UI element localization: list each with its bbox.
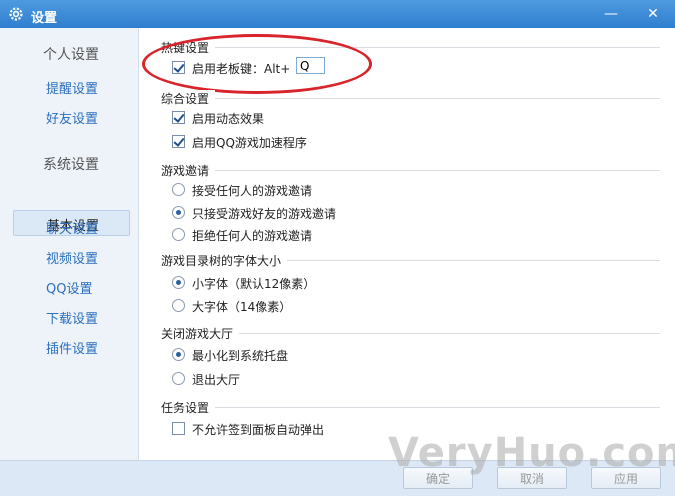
animation-label: 启用动态效果 (192, 112, 265, 126)
signin-popup-checkbox[interactable] (172, 422, 185, 435)
invite-friends-label: 只接受游戏好友的游戏邀请 (192, 207, 337, 221)
bosskey-input[interactable] (296, 57, 325, 74)
font-large-radio[interactable] (172, 299, 185, 312)
sidebar-group-system: 系统设置 (43, 157, 99, 173)
section-title-font: 游戏目录树的字体大小 (161, 252, 288, 269)
close-minimize-label: 最小化到系统托盘 (192, 349, 289, 363)
animation-checkbox[interactable] (172, 111, 185, 124)
bosskey-label: 启用老板键：Alt+ (192, 62, 291, 76)
sidebar: 个人设置 提醒设置 好友设置 系统设置 基本设置 聊天设置 视频设置 QQ设置 … (0, 28, 139, 460)
close-exit-label: 退出大厅 (192, 373, 241, 387)
section-title-hotkey: 热键设置 (161, 39, 216, 56)
sidebar-group-personal: 个人设置 (43, 47, 99, 63)
section-title-close: 关闭游戏大厅 (161, 325, 240, 342)
footer-bar: 确定 取消 应用 (0, 460, 675, 496)
font-small-radio[interactable] (172, 276, 185, 289)
minimize-button[interactable]: — (598, 4, 624, 24)
close-exit-radio[interactable] (172, 372, 185, 385)
cancel-button[interactable]: 取消 (497, 467, 567, 489)
invite-any-radio[interactable] (172, 183, 185, 196)
apply-button[interactable]: 应用 (591, 467, 661, 489)
invite-friends-radio[interactable] (172, 206, 185, 219)
section-title-general: 综合设置 (161, 90, 216, 107)
close-button[interactable]: ✕ (640, 4, 666, 24)
section-divider (161, 407, 660, 408)
invite-reject-radio[interactable] (172, 228, 185, 241)
sidebar-item-qq[interactable]: QQ设置 (46, 278, 92, 297)
title-bar: 设置 — ✕ (0, 0, 675, 28)
accelerator-checkbox[interactable] (172, 135, 185, 148)
ok-button[interactable]: 确定 (403, 467, 473, 489)
sidebar-item-download[interactable]: 下载设置 (46, 308, 98, 327)
invite-any-label: 接受任何人的游戏邀请 (192, 184, 313, 198)
bosskey-checkbox[interactable] (172, 61, 185, 74)
signin-popup-label: 不允许签到面板自动弹出 (192, 423, 325, 437)
section-divider (161, 170, 660, 171)
invite-reject-label: 拒绝任何人的游戏邀请 (192, 229, 313, 243)
section-divider (161, 47, 660, 48)
gear-icon (9, 7, 23, 21)
section-title-invite: 游戏邀请 (161, 162, 216, 179)
font-small-label: 小字体（默认12像素） (192, 277, 316, 291)
font-large-label: 大字体（14像素） (192, 300, 292, 314)
sidebar-item-chat[interactable]: 聊天设置 (46, 218, 98, 237)
sidebar-item-plugins[interactable]: 插件设置 (46, 338, 98, 357)
accelerator-label: 启用QQ游戏加速程序 (192, 136, 307, 150)
close-minimize-radio[interactable] (172, 348, 185, 361)
sidebar-item-video[interactable]: 视频设置 (46, 248, 98, 267)
window-title: 设置 (31, 11, 58, 26)
settings-panel: 热键设置 启用老板键：Alt+ 综合设置 启用动态效果 启用QQ游戏加速程序 游… (139, 28, 675, 460)
section-title-task: 任务设置 (161, 399, 216, 416)
sidebar-item-friends[interactable]: 好友设置 (46, 108, 98, 127)
section-divider (161, 98, 660, 99)
sidebar-item-reminder[interactable]: 提醒设置 (46, 78, 98, 97)
